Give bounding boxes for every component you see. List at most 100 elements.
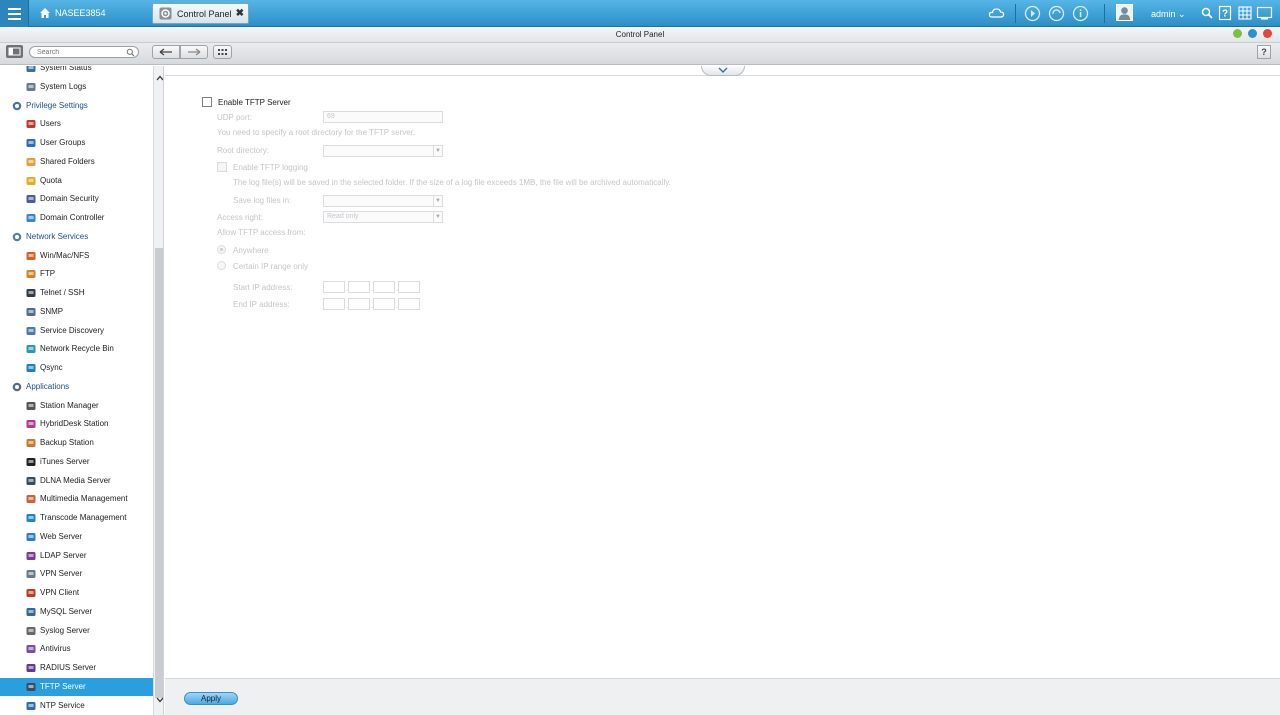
access-right-label: Access right: (217, 213, 263, 222)
end-ip-octet-2[interactable] (348, 298, 370, 310)
maximize-button[interactable] (1248, 29, 1257, 38)
sidebar-item-hybriddesk-station[interactable]: HybridDesk Station (0, 415, 153, 433)
sidebar-label: VPN Server (40, 569, 83, 579)
user-menu[interactable]: admin ⌄ (1151, 9, 1186, 20)
sidebar-item-syslog-server[interactable]: Syslog Server (0, 622, 153, 640)
window-title: Control Panel (615, 30, 665, 39)
close-window-button[interactable] (1263, 29, 1272, 38)
cloud-icon[interactable] (988, 5, 1005, 22)
language-icon[interactable] (1237, 5, 1254, 22)
dropdown-arrow-icon: ▼ (433, 196, 442, 206)
minimize-button[interactable] (1233, 29, 1242, 38)
globe-icon (12, 232, 22, 242)
tab-close-button[interactable]: ✖ (236, 8, 244, 19)
sidebar-item-station-manager[interactable]: Station Manager (0, 397, 153, 415)
scrollbar-thumb[interactable] (155, 248, 163, 698)
ip-range-radio[interactable] (217, 261, 226, 270)
start-ip-octet-4[interactable] (398, 281, 420, 293)
sidebar-item-vpn-server[interactable]: VPN Server (0, 565, 153, 583)
sidebar-item-ldap-server[interactable]: LDAP Server (0, 547, 153, 565)
tree-toggle-button[interactable] (6, 45, 23, 58)
sidebar-item-network-recycle-bin[interactable]: Network Recycle Bin (0, 340, 153, 358)
chevron-up-icon[interactable] (156, 75, 164, 81)
sidebar-item-radius-server[interactable]: RADIUS Server (0, 659, 153, 677)
udp-port-input[interactable]: 69 (323, 111, 443, 123)
home-tab[interactable]: NASEE3854 (30, 2, 148, 25)
sidebar-item-service-discovery[interactable]: Service Discovery (0, 322, 153, 340)
sidebar-item-dlna-media-server[interactable]: DLNA Media Server (0, 472, 153, 490)
sidebar-item-quota[interactable]: Quota (0, 172, 153, 190)
back-button[interactable] (152, 45, 180, 59)
tab-control-panel[interactable]: Control Panel ✖ (152, 3, 249, 24)
sidebar-label: TFTP Server (40, 681, 86, 691)
sidebar-label: User Groups (40, 138, 86, 147)
sidebar-item-tftp-server[interactable]: TFTP Server (0, 677, 153, 696)
sidebar-item-user-groups[interactable]: User Groups (0, 134, 153, 152)
sidebar-section-applications[interactable]: Applications (0, 378, 153, 396)
avatar[interactable] (1116, 4, 1133, 21)
dashboard-icon[interactable] (1256, 5, 1273, 22)
forward-button[interactable] (180, 45, 208, 59)
help-button[interactable]: ? (1257, 45, 1271, 59)
sidebar-item-system-logs[interactable]: System Logs (0, 78, 153, 96)
sidebar-item-telnet-ssh[interactable]: Telnet / SSH (0, 284, 153, 302)
end-ip-octet-1[interactable] (323, 298, 345, 310)
external-device-icon[interactable] (1048, 5, 1065, 22)
help-icon[interactable]: ? (1217, 5, 1234, 22)
sidebar-item-qsync[interactable]: Qsync (0, 359, 153, 377)
sidebar-item-domain-controller[interactable]: Domain Controller (0, 209, 153, 227)
sidebar-item-antivirus[interactable]: Antivirus (0, 640, 153, 658)
anywhere-radio[interactable] (217, 245, 226, 254)
sidebar-item-web-server[interactable]: Web Server (0, 528, 153, 546)
overview-button[interactable] (213, 45, 232, 59)
start-ip-octet-2[interactable] (348, 281, 370, 293)
info-icon[interactable] (1072, 5, 1089, 22)
save-log-select[interactable]: ▼ (323, 195, 443, 207)
enable-tftp-checkbox[interactable] (202, 97, 212, 107)
sidebar-item-snmp[interactable]: SNMP (0, 303, 153, 321)
sidebar-item-ftp[interactable]: FTP (0, 265, 153, 283)
gear-icon (159, 7, 172, 20)
enable-logging-checkbox[interactable] (217, 162, 227, 172)
chevron-down-icon[interactable] (156, 697, 164, 703)
sidebar-item-transcode-management[interactable]: Transcode Management (0, 509, 153, 527)
sidebar-item-multimedia-management[interactable]: Multimedia Management (0, 490, 153, 508)
expand-panel-button[interactable] (701, 66, 745, 76)
sidebar-item-itunes-server[interactable]: iTunes Server (0, 453, 153, 471)
sidebar-label: Network Services (26, 231, 89, 241)
folder-icon (26, 157, 36, 166)
allow-access-label: Allow TFTP access from: (217, 228, 306, 237)
sidebar-item-backup-station[interactable]: Backup Station (0, 434, 153, 452)
sidebar-label: MySQL Server (40, 606, 93, 616)
sidebar-section-privilege-settings[interactable]: Privilege Settings (0, 97, 153, 115)
main-menu-button[interactable] (0, 0, 29, 27)
search-field[interactable] (29, 46, 139, 58)
sidebar-scrollbar[interactable] (153, 66, 164, 715)
root-directory-select[interactable]: ▼ (323, 145, 443, 157)
access-right-select[interactable]: Read only ▼ (323, 211, 443, 223)
sidebar-item-domain-security[interactable]: Domain Security (0, 190, 153, 208)
search-input[interactable] (37, 48, 125, 57)
tftp-settings-panel: Enable TFTP Server UDP port: 69 You need… (165, 66, 1280, 678)
sidebar-item-mysql-server[interactable]: MySQL Server (0, 603, 153, 621)
sidebar-item-system-status[interactable]: System Status (0, 66, 153, 77)
sidebar-label: SNMP (40, 306, 64, 316)
sidebar-section-network-services[interactable]: Network Services (0, 228, 153, 246)
sidebar-item-win-mac-nfs[interactable]: Win/Mac/NFS (0, 247, 153, 265)
start-ip-octet-3[interactable] (373, 281, 395, 293)
sidebar-item-users[interactable]: Users (0, 115, 153, 133)
sidebar-label: Syslog Server (40, 625, 90, 635)
background-task-icon[interactable] (1024, 5, 1041, 22)
end-ip-octet-3[interactable] (373, 298, 395, 310)
sidebar-label: VPN Client (40, 588, 80, 597)
svg-text:?: ? (1222, 9, 1228, 20)
end-ip-octet-4[interactable] (398, 298, 420, 310)
sidebar-item-shared-folders[interactable]: Shared Folders (0, 153, 153, 171)
sidebar-item-ntp-service[interactable]: NTP Service (0, 697, 153, 715)
hd-icon (26, 420, 36, 429)
media-server-icon (26, 476, 36, 485)
sidebar-item-vpn-client[interactable]: VPN Client (0, 584, 153, 602)
start-ip-octet-1[interactable] (323, 281, 345, 293)
apply-button[interactable]: Apply (184, 692, 238, 705)
search-icon[interactable] (1199, 5, 1216, 22)
